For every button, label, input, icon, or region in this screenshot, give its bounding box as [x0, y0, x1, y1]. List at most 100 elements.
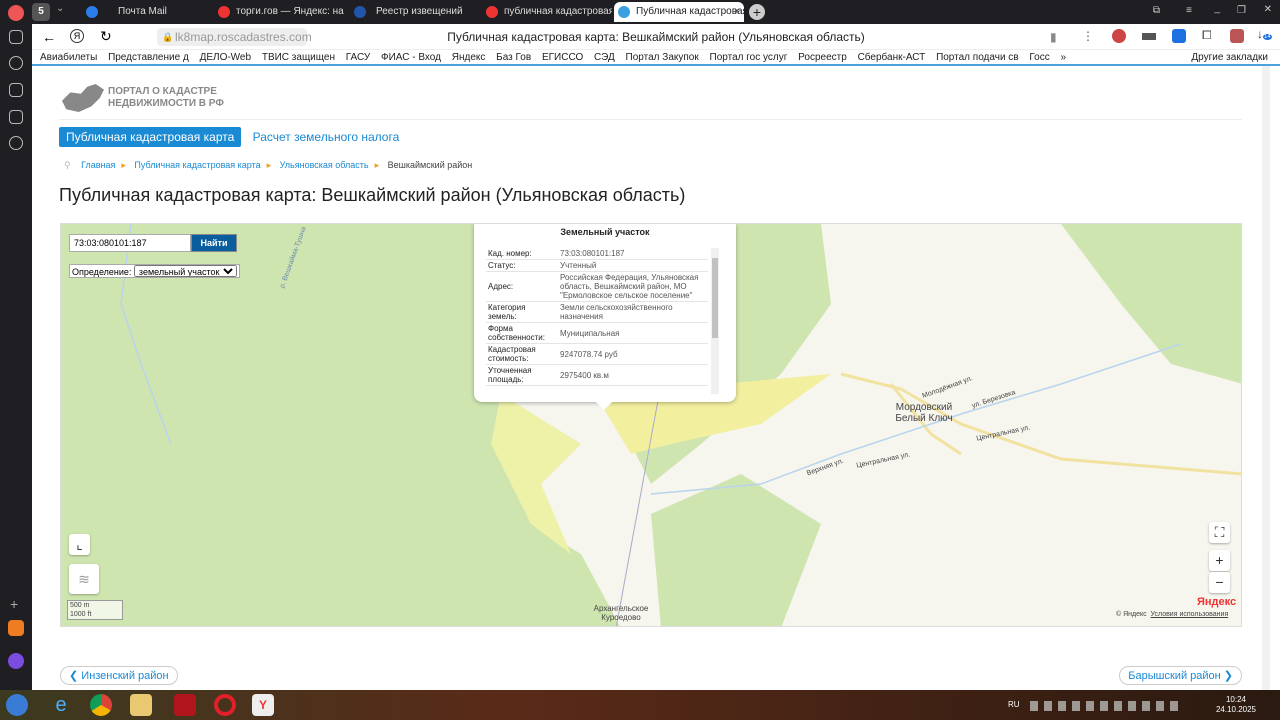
ruler-button[interactable]: ⌞ — [69, 534, 90, 555]
bookmark-item[interactable]: Росреестр — [798, 50, 847, 66]
breadcrumb-home[interactable]: Главная — [81, 160, 115, 170]
other-bookmarks[interactable]: Другие закладки — [1191, 50, 1268, 66]
bookmark-item[interactable]: СЭД — [594, 50, 615, 66]
tab-torgi[interactable]: торги.гов — Яндекс: наш — [214, 2, 344, 22]
screenshot-icon[interactable] — [9, 110, 23, 124]
tab-registry[interactable]: Реестр извещений — [350, 2, 480, 22]
parcel-info-table: Кад. номер: 73:03:080101:187 Статус: Учтен… — [486, 248, 708, 386]
acrobat-icon[interactable] — [174, 694, 196, 716]
next-district-link[interactable]: Барышский район ❯ — [1119, 666, 1242, 685]
explorer-icon[interactable] — [130, 694, 152, 716]
village-label: Архангельское Куроедово — [593, 604, 649, 622]
alice-icon[interactable] — [8, 653, 24, 669]
bookmark-item[interactable]: Госс — [1029, 50, 1049, 66]
bookmark-item[interactable]: Яндекс — [452, 50, 486, 66]
profile-avatar[interactable] — [8, 5, 24, 21]
scale-bar: 500 m 1000 ft — [67, 600, 123, 620]
extension-icon[interactable] — [1230, 29, 1244, 43]
address-bar: ← Я ↻ 🔒 lk8map.roscadastres.com Публичная… — [32, 24, 1280, 50]
collections-button[interactable]: ⧉ — [1153, 5, 1160, 16]
tabs-icon[interactable] — [9, 83, 23, 97]
copyright: © Яндекс Условия использования — [1116, 611, 1229, 618]
opera-icon[interactable] — [214, 694, 236, 716]
start-button[interactable] — [6, 694, 28, 716]
bookmark-item[interactable]: ДЕЛО-Web — [200, 50, 252, 66]
bookmark-item[interactable]: ЕГИССО — [542, 50, 583, 66]
breadcrumb-map[interactable]: Публичная кадастровая карта — [134, 160, 260, 170]
popup-title: Земельный участок — [560, 227, 650, 237]
bookmark-item[interactable]: ТВИС защищен — [262, 50, 335, 66]
pin-icon: ⚲ — [64, 160, 71, 170]
page-scrollbar[interactable] — [1262, 66, 1270, 690]
new-tab-button[interactable]: + — [749, 4, 765, 20]
zoom-out-button[interactable]: − — [1209, 572, 1230, 593]
notes-icon[interactable] — [8, 620, 24, 636]
fullscreen-button[interactable]: ⛶ — [1209, 522, 1230, 543]
bookmarks-overflow[interactable]: » — [1061, 50, 1067, 66]
extension-icon[interactable] — [1142, 33, 1156, 40]
tab-list-chevron-icon[interactable]: ⌄ — [56, 3, 64, 14]
yandex-browser-icon[interactable]: Y — [252, 694, 274, 716]
zoom-in-button[interactable]: + — [1209, 550, 1230, 571]
more-icon[interactable]: ⋮ — [1082, 29, 1094, 43]
tab-cadastral-active[interactable]: Публичная кадастровая × — [614, 2, 744, 22]
breadcrumb-region[interactable]: Ульяновская область — [280, 160, 369, 170]
extension-icon[interactable] — [1112, 29, 1126, 43]
table-row: Категория земель: Земли сельскохозяйствен… — [486, 301, 708, 323]
site-logo-text[interactable]: ПОРТАЛ О КАДАСТРЕ НЕДВИЖИМОСТИ В РФ — [108, 86, 224, 110]
tab-mail[interactable]: Почта Mail — [82, 2, 202, 22]
language-indicator[interactable]: RU — [1008, 700, 1020, 709]
prev-district-link[interactable]: ❮ Инзенский район — [60, 666, 178, 685]
taskbar: e Y RU 10:24 24.10.2025 — [0, 690, 1280, 720]
nav-land-tax[interactable]: Расчет земельного налога — [253, 130, 400, 144]
bookmark-item[interactable]: Представление д — [108, 50, 189, 66]
bookmark-item[interactable]: Сбербанк-АСТ — [858, 50, 926, 66]
history-icon[interactable] — [9, 136, 23, 150]
ie-icon[interactable]: e — [50, 694, 72, 716]
popup-scrollbar[interactable] — [711, 248, 719, 394]
map-search: Найти — [69, 234, 237, 252]
nav-cadastral-map[interactable]: Публичная кадастровая карта — [59, 127, 242, 147]
extensions-icon[interactable]: ⧠ — [1202, 28, 1212, 43]
bookmark-icon[interactable]: ▮ — [1050, 30, 1057, 44]
scroll-thumb[interactable] — [712, 258, 718, 338]
add-icon[interactable]: + — [10, 596, 18, 612]
main-nav: Публичная кадастровая карта Расчет земел… — [59, 127, 399, 147]
menu-icon[interactable]: ≡ — [1186, 5, 1192, 16]
yandex-icon — [486, 6, 498, 18]
cadastral-map[interactable]: Найти Определение: земельный участок Зем… — [60, 223, 1242, 627]
chrome-icon[interactable] — [90, 694, 112, 716]
restore-button[interactable]: ❐ — [1237, 5, 1246, 16]
bookmark-item[interactable]: Портал гос услуг — [710, 50, 788, 66]
clock[interactable]: 10:24 24.10.2025 — [1216, 695, 1256, 715]
collections-icon[interactable] — [9, 30, 23, 44]
bookmark-item[interactable]: Авиабилеты — [40, 50, 97, 66]
bookmark-item[interactable]: Портал Закупок — [626, 50, 699, 66]
downloads-icon[interactable]: ↓14 — [1257, 27, 1272, 41]
tray-icons[interactable] — [1030, 701, 1180, 711]
bookmark-item[interactable]: ГАСУ — [346, 50, 370, 66]
bookmark-item[interactable]: ФИАС - Вход — [381, 50, 441, 66]
find-button[interactable]: Найти — [191, 234, 237, 252]
bookmarks-bar: Авиабилеты Представление д ДЕЛО-Web ТВИС… — [32, 50, 1280, 66]
play-icon[interactable] — [9, 56, 23, 70]
extension-icon[interactable] — [1172, 29, 1186, 43]
bookmark-item[interactable]: Портал подачи св — [936, 50, 1019, 66]
close-window-button[interactable]: ✕ — [1264, 4, 1272, 15]
page-heading: Публичная кадастровая карта: Вешкаймский… — [59, 185, 686, 205]
cadastral-number-input[interactable] — [69, 234, 191, 252]
definition-select[interactable]: земельный участок — [133, 265, 237, 277]
terms-link[interactable]: Условия использования — [1151, 611, 1229, 618]
russia-map-logo[interactable] — [62, 84, 104, 112]
layers-button[interactable]: ≋ — [69, 564, 99, 594]
village-label: Мордовский Белый Ключ — [895, 402, 953, 424]
tab-search[interactable]: публичная кадастровая к — [482, 2, 612, 22]
definition-control: Определение: земельный участок — [69, 264, 240, 278]
table-row: Адрес: Российская Федерация, Ульяновская … — [486, 271, 708, 302]
close-tab-icon[interactable]: × — [734, 2, 740, 22]
bookmark-item[interactable]: Баз Гов — [496, 50, 531, 66]
minimize-button[interactable]: _ — [1214, 3, 1220, 14]
tab-count[interactable]: 5 — [32, 3, 50, 21]
parcel-info-popup: Земельный участок Кад. номер: 73:03:08010… — [474, 224, 736, 410]
breadcrumb-current: Вешкаймский район — [387, 160, 473, 170]
